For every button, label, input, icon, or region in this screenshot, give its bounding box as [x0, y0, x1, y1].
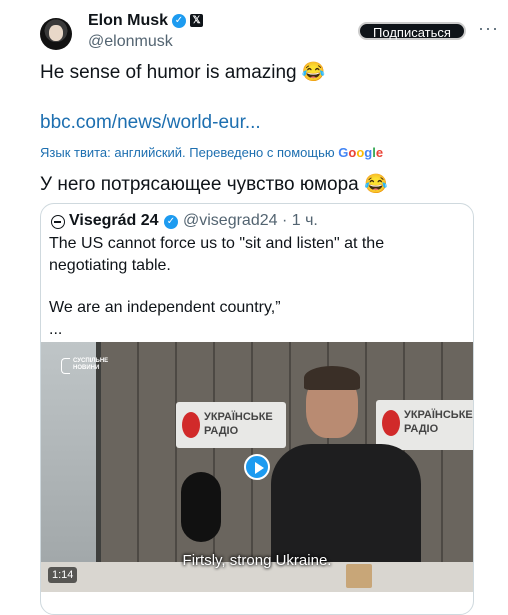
- x-logo-icon: 𝕏: [190, 14, 203, 27]
- avatar[interactable]: [40, 18, 72, 50]
- translation-note-text: Язык твита: английский. Переведено с пом…: [40, 145, 335, 160]
- radio-sign: УКРАЇНСЬКЕ РАДІО: [176, 402, 286, 448]
- quote-author-handle[interactable]: @visegrad24 · 1 ч.: [183, 212, 318, 230]
- quote-ellipsis: ...: [49, 321, 63, 338]
- translation-note: Язык твита: английский. Переведено с пом…: [40, 145, 383, 160]
- microphone: [181, 472, 221, 542]
- translated-text: У него потрясающее чувство юмора 😂: [40, 174, 388, 195]
- quote-text: The US cannot force us to "sit and liste…: [49, 233, 469, 341]
- verified-badge-icon: ✓: [172, 14, 186, 28]
- subscribe-button[interactable]: Подписаться: [358, 22, 466, 40]
- quote-verified-icon: ✓: [164, 215, 178, 229]
- tweet-header: Elon Musk ✓ 𝕏 @elonmusk Подписаться ···: [0, 0, 508, 60]
- quote-line: negotiating table.: [49, 257, 171, 274]
- video-player[interactable]: УКРАЇНСЬКЕ РАДІО УКРАЇНСЬКЕ РАДІО СУСПІЛЬН…: [41, 342, 473, 592]
- google-logo: Google: [338, 145, 384, 160]
- avatar-face: [49, 25, 63, 41]
- tweet-link[interactable]: bbc.com/news/world-eur...: [40, 112, 261, 134]
- visegrad-avatar-icon: [51, 215, 65, 229]
- quote-line: The US cannot force us to "sit and liste…: [49, 235, 385, 252]
- suspilne-logo-text: СУСПІЛЬНЕ НОВИНИ: [73, 358, 109, 371]
- video-subtitle: Firtsly, strong Ukraine.: [182, 552, 332, 569]
- quote-author-name[interactable]: Visegrád 24: [69, 212, 159, 230]
- author-name[interactable]: Elon Musk: [88, 12, 168, 30]
- tweet-text: He sense of humor is amazing 😂: [40, 62, 326, 83]
- author-handle[interactable]: @elonmusk: [88, 33, 173, 51]
- quoted-tweet[interactable]: Visegrád 24 ✓ @visegrad24 · 1 ч. The US …: [40, 203, 474, 615]
- suspilne-logo-icon: [61, 358, 70, 374]
- more-options-icon[interactable]: ···: [478, 18, 499, 39]
- quote-line: We are an independent country,”: [49, 299, 281, 316]
- video-duration: 1:14: [48, 567, 78, 583]
- play-icon[interactable]: [244, 454, 270, 480]
